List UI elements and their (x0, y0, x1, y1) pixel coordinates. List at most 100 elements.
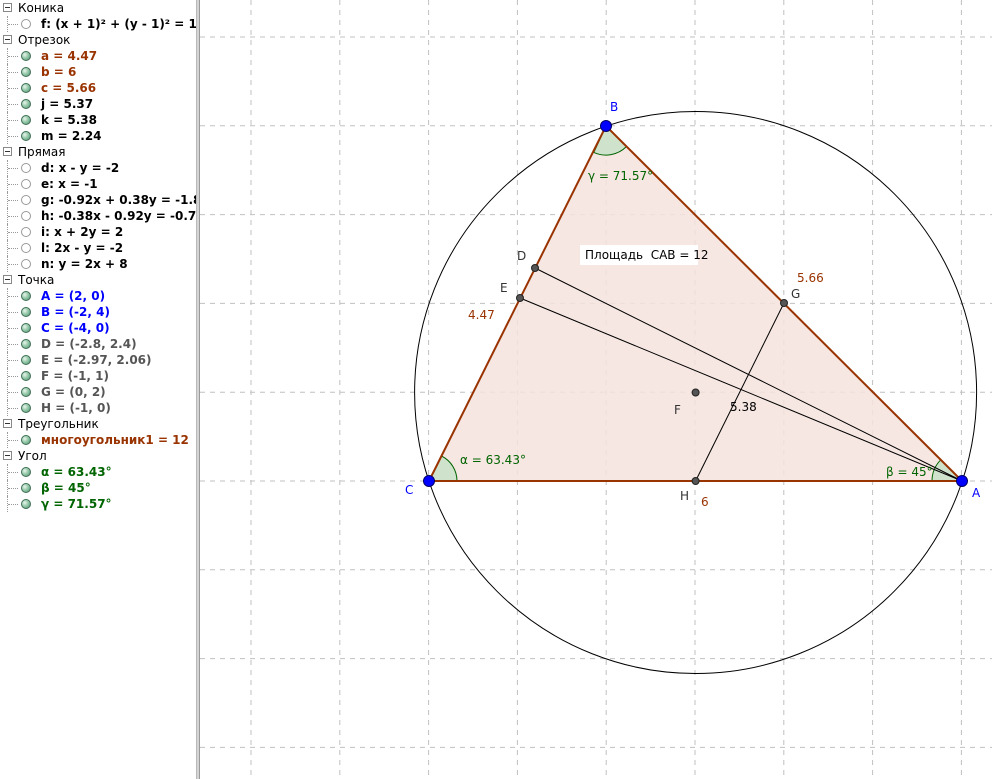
algebra-item[interactable]: C = (-4, 0) (0, 320, 196, 336)
graphics-view[interactable]: A B C D E F G H 4.47 6 5.66 5.38 α = 63.… (200, 0, 992, 779)
algebra-item[interactable]: H = (-1, 0) (0, 400, 196, 416)
algebra-group[interactable]: Точка (0, 272, 196, 288)
algebra-item-text[interactable]: A = (2, 0) (41, 288, 105, 304)
point-g[interactable] (780, 299, 788, 307)
collapse-toggle-icon[interactable] (3, 275, 12, 284)
area-label[interactable]: Площадь CAB = 12 (585, 248, 708, 262)
algebra-item[interactable]: l: 2x - y = -2 (0, 240, 196, 256)
algebra-item-text[interactable]: b = 6 (41, 64, 76, 80)
point-f[interactable] (691, 388, 700, 397)
algebra-item[interactable]: m = 2.24 (0, 128, 196, 144)
algebra-item[interactable]: e: x = -1 (0, 176, 196, 192)
visibility-toggle-icon[interactable] (21, 211, 31, 221)
algebra-item-text[interactable]: β = 45° (41, 480, 91, 496)
collapse-toggle-icon[interactable] (3, 35, 12, 44)
visibility-toggle-icon[interactable] (21, 483, 31, 493)
collapse-toggle-icon[interactable] (3, 147, 12, 156)
algebra-group[interactable]: Коника (0, 0, 196, 16)
visibility-toggle-icon[interactable] (21, 227, 31, 237)
visibility-toggle-icon[interactable] (21, 51, 31, 61)
algebra-item[interactable]: E = (-2.97, 2.06) (0, 352, 196, 368)
algebra-item[interactable]: k = 5.38 (0, 112, 196, 128)
visibility-toggle-icon[interactable] (21, 355, 31, 365)
algebra-item-text[interactable]: α = 63.43° (41, 464, 112, 480)
point-b[interactable] (600, 120, 612, 132)
algebra-item-text[interactable]: B = (-2, 4) (41, 304, 110, 320)
visibility-toggle-icon[interactable] (21, 403, 31, 413)
visibility-toggle-icon[interactable] (21, 19, 31, 29)
visibility-toggle-icon[interactable] (21, 195, 31, 205)
algebra-item-text[interactable]: d: x - y = -2 (41, 160, 119, 176)
visibility-toggle-icon[interactable] (21, 179, 31, 189)
algebra-item[interactable]: a = 4.47 (0, 48, 196, 64)
point-h[interactable] (691, 477, 700, 485)
visibility-toggle-icon[interactable] (21, 99, 31, 109)
algebra-item[interactable]: многоугольник1 = 12 (0, 432, 196, 448)
algebra-item[interactable]: α = 63.43° (0, 464, 196, 480)
algebra-item-text[interactable]: γ = 71.57° (41, 496, 112, 512)
algebra-item[interactable]: g: -0.92x + 0.38y = -1.85 (0, 192, 196, 208)
algebra-item-text[interactable]: H = (-1, 0) (41, 400, 111, 416)
algebra-item-text[interactable]: a = 4.47 (41, 48, 97, 64)
algebra-item[interactable]: h: -0.38x - 0.92y = -0.77 (0, 208, 196, 224)
algebra-item-text[interactable]: E = (-2.97, 2.06) (41, 352, 152, 368)
algebra-item[interactable]: n: y = 2x + 8 (0, 256, 196, 272)
visibility-toggle-icon[interactable] (21, 259, 31, 269)
collapse-toggle-icon[interactable] (3, 451, 12, 460)
algebra-item-text[interactable]: n: y = 2x + 8 (41, 256, 128, 272)
visibility-toggle-icon[interactable] (21, 339, 31, 349)
collapse-toggle-icon[interactable] (3, 3, 12, 12)
algebra-item-text[interactable]: e: x = -1 (41, 176, 98, 192)
visibility-toggle-icon[interactable] (21, 371, 31, 381)
visibility-toggle-icon[interactable] (21, 499, 31, 509)
algebra-item-text[interactable]: m = 2.24 (41, 128, 102, 144)
visibility-toggle-icon[interactable] (21, 163, 31, 173)
visibility-toggle-icon[interactable] (21, 435, 31, 445)
algebra-item-text[interactable]: G = (0, 2) (41, 384, 106, 400)
visibility-toggle-icon[interactable] (21, 131, 31, 141)
algebra-group[interactable]: Треугольник (0, 416, 196, 432)
algebra-item-text[interactable]: f: (x + 1)² + (y - 1)² = 10 (41, 16, 196, 32)
algebra-item[interactable]: γ = 71.57° (0, 496, 196, 512)
visibility-toggle-icon[interactable] (21, 115, 31, 125)
algebra-item[interactable]: B = (-2, 4) (0, 304, 196, 320)
algebra-item[interactable]: F = (-1, 1) (0, 368, 196, 384)
algebra-item[interactable]: f: (x + 1)² + (y - 1)² = 10 (0, 16, 196, 32)
algebra-item[interactable]: D = (-2.8, 2.4) (0, 336, 196, 352)
algebra-item[interactable]: j = 5.37 (0, 96, 196, 112)
collapse-toggle-icon[interactable] (3, 419, 12, 428)
point-a[interactable] (956, 475, 968, 487)
algebra-item-text[interactable]: h: -0.38x - 0.92y = -0.77 (41, 208, 196, 224)
algebra-item-text[interactable]: g: -0.92x + 0.38y = -1.85 (41, 192, 196, 208)
algebra-item-text[interactable]: i: x + 2y = 2 (41, 224, 123, 240)
algebra-group[interactable]: Угол (0, 448, 196, 464)
algebra-group[interactable]: Прямая (0, 144, 196, 160)
algebra-item[interactable]: c = 5.66 (0, 80, 196, 96)
algebra-item-text[interactable]: многоугольник1 = 12 (41, 432, 189, 448)
algebra-item-text[interactable]: D = (-2.8, 2.4) (41, 336, 137, 352)
algebra-item[interactable]: A = (2, 0) (0, 288, 196, 304)
point-d[interactable] (531, 264, 539, 272)
point-c[interactable] (423, 475, 435, 487)
algebra-item[interactable]: β = 45° (0, 480, 196, 496)
algebra-item-text[interactable]: F = (-1, 1) (41, 368, 109, 384)
visibility-toggle-icon[interactable] (21, 291, 31, 301)
visibility-toggle-icon[interactable] (21, 67, 31, 77)
visibility-toggle-icon[interactable] (21, 83, 31, 93)
algebra-item[interactable]: d: x - y = -2 (0, 160, 196, 176)
algebra-item[interactable]: G = (0, 2) (0, 384, 196, 400)
visibility-toggle-icon[interactable] (21, 467, 31, 477)
algebra-item[interactable]: i: x + 2y = 2 (0, 224, 196, 240)
algebra-item-text[interactable]: k = 5.38 (41, 112, 97, 128)
visibility-toggle-icon[interactable] (21, 323, 31, 333)
algebra-item-text[interactable]: c = 5.66 (41, 80, 96, 96)
algebra-group[interactable]: Отрезок (0, 32, 196, 48)
algebra-item-text[interactable]: C = (-4, 0) (41, 320, 110, 336)
algebra-item-text[interactable]: l: 2x - y = -2 (41, 240, 123, 256)
visibility-toggle-icon[interactable] (21, 307, 31, 317)
point-e[interactable] (516, 294, 524, 302)
algebra-item[interactable]: b = 6 (0, 64, 196, 80)
visibility-toggle-icon[interactable] (21, 243, 31, 253)
visibility-toggle-icon[interactable] (21, 387, 31, 397)
algebra-item-text[interactable]: j = 5.37 (41, 96, 93, 112)
